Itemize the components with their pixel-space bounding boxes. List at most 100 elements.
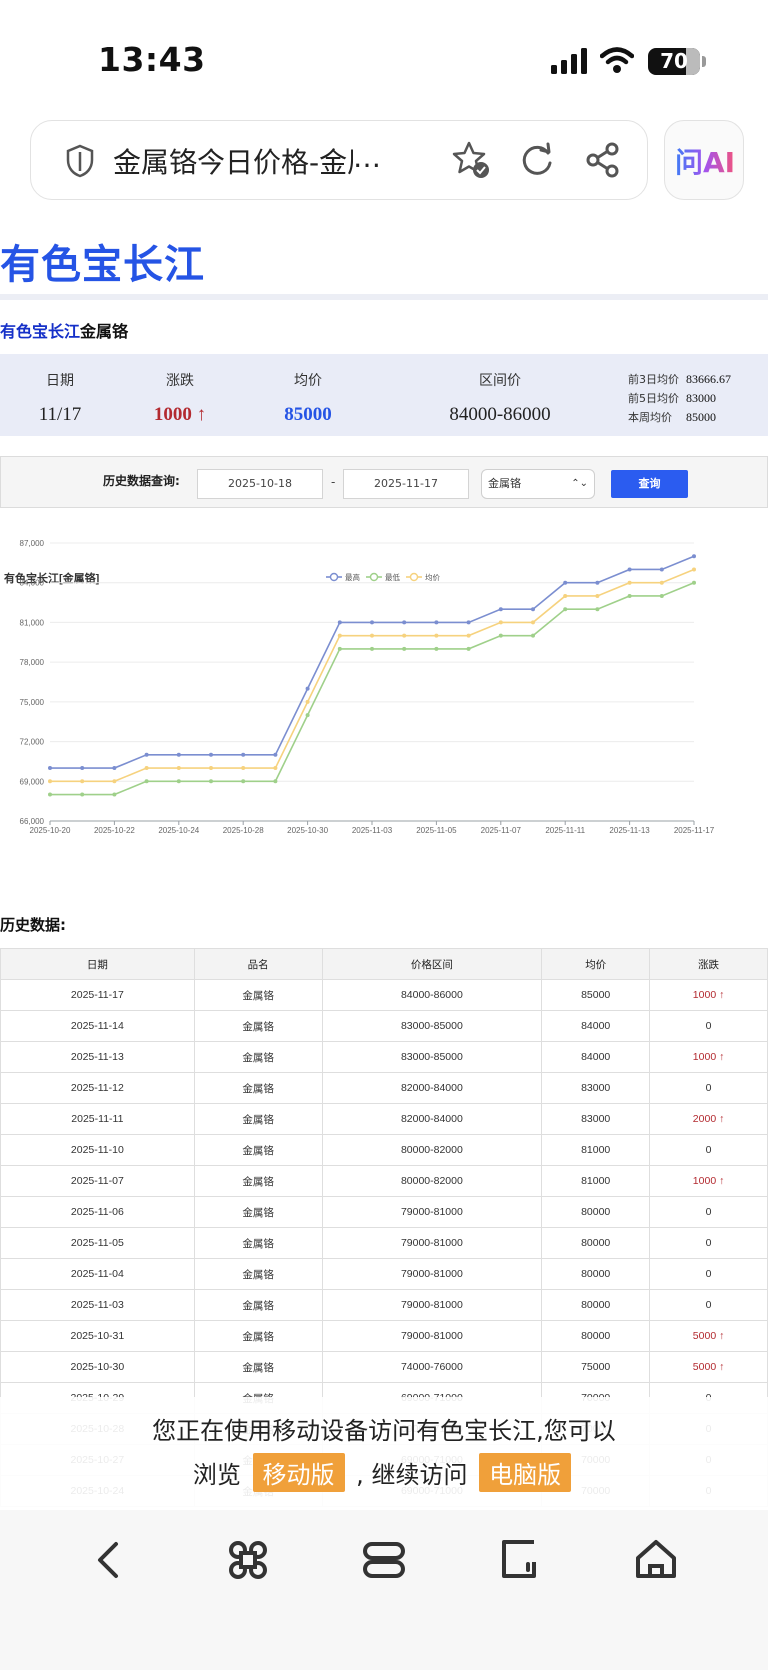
query-button[interactable]: 查询: [611, 470, 688, 498]
row-avg: 84000: [541, 1041, 651, 1073]
breadcrumb-product: 金属铬: [80, 322, 129, 341]
data-point: [692, 567, 696, 572]
row-range: 82000-84000: [321, 1103, 543, 1135]
legend-swatch-point: [369, 572, 379, 582]
row-date: 2025-11-04: [0, 1258, 195, 1290]
legend-label: 最低: [385, 572, 400, 582]
row-date: 2025-11-11: [0, 1103, 195, 1135]
data-point: [434, 633, 439, 638]
legend-swatch-point: [329, 572, 339, 582]
desktop-version-button[interactable]: 电脑版: [479, 1453, 572, 1492]
query-label: 历史数据查询:: [103, 474, 180, 488]
address-bar[interactable]: 金属铬今日价格-金属 …: [30, 120, 648, 200]
shield-icon[interactable]: [65, 143, 95, 179]
col-range-header: 价格区间: [321, 948, 543, 980]
row-avg: 83000: [541, 1072, 651, 1104]
data-point: [176, 779, 181, 784]
battery-icon: 70: [648, 48, 700, 75]
col-change-header: 涨跌: [649, 948, 768, 980]
summary-date-label: 日期: [46, 373, 74, 389]
y-tick-label: 81,000: [20, 618, 45, 627]
home-icon[interactable]: [632, 1536, 680, 1584]
tabs-icon[interactable]: [360, 1536, 408, 1584]
data-point: [659, 580, 664, 585]
history-title: 历史数据:: [0, 916, 66, 934]
table-row: 2025-11-17 金属铬 84000-86000 85000 1000 ↑: [0, 979, 768, 1011]
row-product: 金属铬: [193, 979, 323, 1011]
row-product: 金属铬: [193, 1258, 323, 1290]
data-point: [466, 633, 471, 638]
ask-ai-button[interactable]: 问AI: [664, 120, 744, 200]
data-point: [595, 593, 600, 598]
cellular-signal-icon: [551, 48, 587, 74]
row-avg: 80000: [541, 1196, 651, 1228]
col-avg-header: 均价: [541, 948, 651, 980]
breadcrumb-site-link[interactable]: 有色宝长江: [0, 322, 80, 341]
data-point: [531, 633, 535, 638]
back-icon[interactable]: [86, 1536, 134, 1584]
summary-range-label: 区间价: [479, 373, 521, 389]
page-title[interactable]: 金属铬今日价格-金属: [113, 141, 353, 181]
data-point: [305, 686, 310, 691]
mobile-version-button[interactable]: 移动版: [252, 1453, 345, 1492]
data-point: [434, 646, 439, 651]
browser-bottom-nav: [0, 1510, 768, 1670]
data-point: [370, 633, 374, 638]
data-point: [80, 792, 85, 797]
price-summary: 日期 11/17 涨跌 1000 ↑ 均价 85000 区间价 84000-86…: [0, 354, 768, 436]
data-point: [209, 779, 213, 784]
ask-ai-label: 问AI: [675, 141, 735, 181]
row-range: 79000-81000: [321, 1320, 543, 1352]
row-product: 金属铬: [193, 1227, 323, 1259]
data-point: [370, 620, 374, 625]
x-tick-label: 2025-11-11: [545, 826, 585, 835]
product-select-value: 金属铬: [488, 477, 521, 490]
row-avg: 75000: [541, 1351, 651, 1383]
edit-icon[interactable]: [496, 1536, 544, 1584]
start-date-input[interactable]: 2025-10-18: [197, 469, 323, 499]
row-avg: 80000: [541, 1289, 651, 1321]
data-point: [595, 607, 600, 612]
site-logo[interactable]: 有色宝长江: [0, 232, 205, 290]
notice-actions: 浏览 移动版 , 继续访问 电脑版: [0, 1453, 768, 1492]
end-date-input[interactable]: 2025-11-17: [343, 469, 469, 499]
legend-item: 最高: [326, 572, 360, 582]
row-date: 2025-11-10: [0, 1134, 195, 1166]
data-point: [176, 752, 181, 757]
reload-icon[interactable]: [519, 141, 555, 179]
product-select[interactable]: 金属铬 ⌃⌄: [481, 469, 595, 499]
stat-row: 前3日均价 83666.67: [628, 368, 768, 387]
row-range: 80000-82000: [321, 1134, 543, 1166]
data-point: [144, 752, 149, 757]
row-date: 2025-11-03: [0, 1289, 195, 1321]
data-point: [466, 620, 471, 625]
row-avg: 80000: [541, 1227, 651, 1259]
summary-change-label: 涨跌: [166, 373, 194, 389]
stat-row: 本周均价 85000: [628, 406, 768, 425]
row-date: 2025-10-30: [0, 1351, 195, 1383]
row-range: 79000-81000: [321, 1196, 543, 1228]
table-row: 2025-10-30 金属铬 74000-76000 75000 5000 ↑: [0, 1351, 768, 1383]
data-point: [531, 620, 535, 625]
row-range: 79000-81000: [321, 1227, 543, 1259]
data-point: [370, 646, 374, 651]
x-tick-label: 2025-10-20: [30, 826, 71, 835]
row-change: 0: [649, 1134, 768, 1166]
data-point: [209, 766, 213, 771]
data-point: [595, 580, 600, 585]
data-point: [498, 607, 503, 612]
summary-average-value: 85000: [284, 404, 332, 425]
notice-text: 您正在使用移动设备访问有色宝长江,您可以: [152, 1417, 616, 1445]
row-avg: 80000: [541, 1258, 651, 1290]
row-avg: 81000: [541, 1165, 651, 1197]
share-icon[interactable]: [585, 141, 621, 179]
row-change: 0: [649, 1196, 768, 1228]
x-tick-label: 2025-11-07: [481, 826, 522, 835]
favorite-star-icon[interactable]: [451, 139, 491, 181]
data-point: [112, 779, 117, 784]
data-point: [273, 752, 278, 757]
command-icon[interactable]: [224, 1536, 272, 1584]
data-point: [241, 766, 246, 771]
row-range: 83000-85000: [321, 1041, 543, 1073]
row-date: 2025-11-14: [0, 1010, 195, 1042]
